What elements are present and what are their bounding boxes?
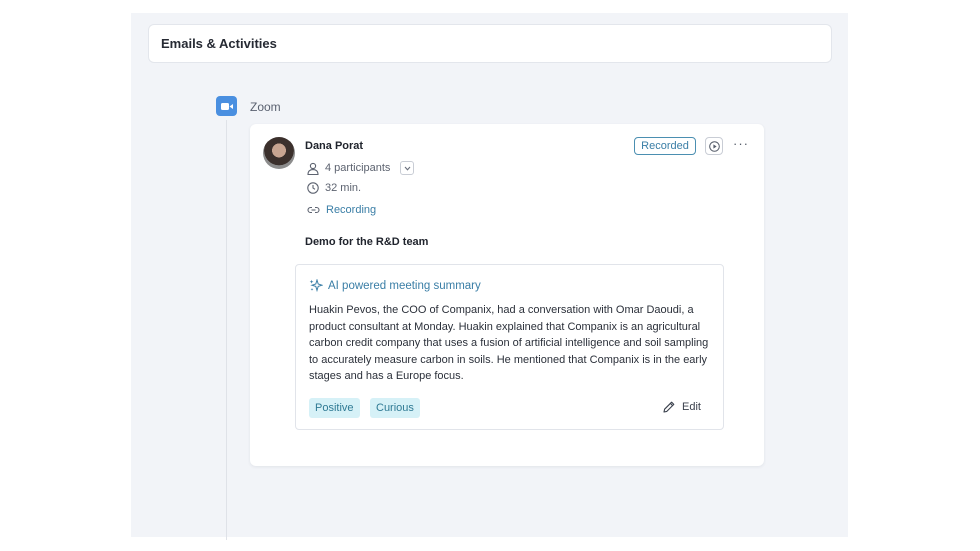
sentiment-tag-curious: Curious bbox=[370, 398, 420, 418]
sparkle-icon bbox=[309, 279, 323, 292]
meeting-title: Demo for the R&D team bbox=[305, 236, 429, 248]
link-icon bbox=[307, 206, 320, 214]
timeline-line bbox=[226, 120, 227, 540]
section-header: Emails & Activities bbox=[148, 24, 832, 63]
section-title: Emails & Activities bbox=[161, 36, 277, 51]
play-icon bbox=[708, 140, 720, 152]
zoom-video-icon bbox=[216, 96, 237, 116]
sentiment-tag-positive: Positive bbox=[309, 398, 360, 418]
author-name: Dana Porat bbox=[305, 140, 364, 152]
edit-label: Edit bbox=[682, 401, 701, 413]
recorded-badge[interactable]: Recorded bbox=[634, 137, 696, 155]
activity-card: Dana Porat 4 participants 32 min. Record… bbox=[250, 124, 764, 466]
more-options-button[interactable]: ··· bbox=[733, 137, 749, 153]
participants-label: 4 participants bbox=[325, 162, 391, 174]
avatar bbox=[263, 137, 295, 169]
recording-link[interactable]: Recording bbox=[307, 204, 376, 216]
duration-row: 32 min. bbox=[307, 182, 361, 194]
duration-label: 32 min. bbox=[325, 182, 362, 194]
person-icon bbox=[307, 162, 319, 175]
recording-link-label[interactable]: Recording bbox=[326, 204, 376, 216]
ai-summary-card: AI powered meeting summary Huakin Pevos,… bbox=[295, 264, 724, 430]
play-button[interactable] bbox=[705, 137, 723, 155]
summary-text: Huakin Pevos, the COO of Companix, had a… bbox=[309, 304, 709, 382]
clock-icon bbox=[307, 182, 319, 194]
summary-heading-row: AI powered meeting summary bbox=[309, 279, 481, 292]
chevron-down-icon[interactable] bbox=[400, 161, 415, 175]
edit-button[interactable]: Edit bbox=[662, 400, 701, 414]
pencil-icon bbox=[663, 401, 675, 413]
source-label: Zoom bbox=[250, 100, 281, 114]
summary-heading: AI powered meeting summary bbox=[328, 279, 481, 292]
participants-row[interactable]: 4 participants bbox=[307, 161, 415, 175]
